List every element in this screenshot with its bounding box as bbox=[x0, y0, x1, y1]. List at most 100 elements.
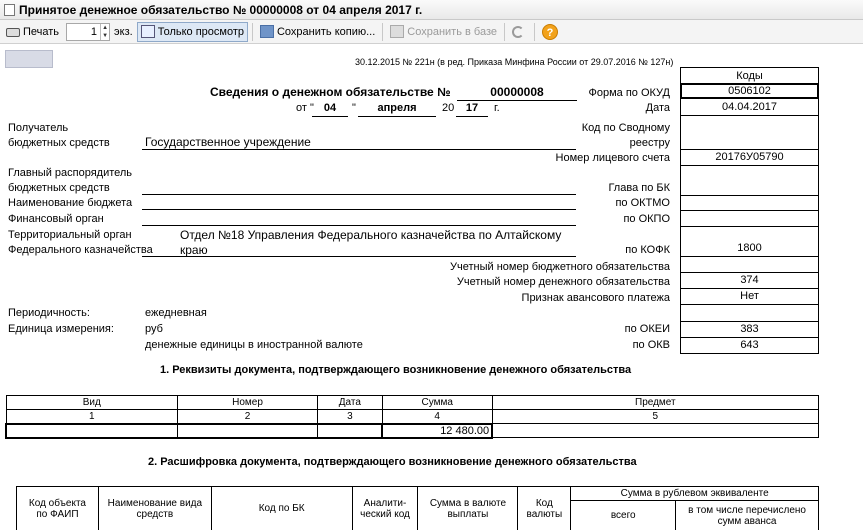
col-number: Номер bbox=[177, 395, 318, 410]
table-cell[interactable] bbox=[316, 422, 383, 439]
selection-marker bbox=[5, 50, 53, 68]
section2-title: 2. Расшифровка документа, подтверждающег… bbox=[148, 456, 637, 468]
col-number-cell: 5 bbox=[491, 409, 820, 424]
recipient-value: Государственное учреждение bbox=[145, 135, 311, 149]
col-faip-line1: Код объекта bbox=[28, 497, 86, 509]
okv-value: 643 bbox=[740, 339, 759, 351]
codes-divider bbox=[680, 256, 819, 257]
advance-flag-label: Признак авансового платежа bbox=[521, 292, 670, 304]
document-number: 00000008 bbox=[490, 85, 544, 99]
col-number-cell: 2 bbox=[177, 409, 318, 424]
col-analytic-code: Аналити- ческий код bbox=[351, 486, 419, 530]
year-prefix: 20 bbox=[442, 102, 455, 114]
col-funds-type-line1: Наименование вида bbox=[107, 497, 203, 509]
date-month: апреля bbox=[377, 102, 417, 114]
document-title: Сведения о денежном обязательстве № bbox=[210, 85, 451, 99]
col-analytic-line1: Аналити- bbox=[363, 497, 407, 509]
table-number-row: 1 2 3 4 5 bbox=[5, 409, 820, 424]
unit-label: Единица измерения: bbox=[8, 323, 114, 335]
col-funds-type-line2: средств bbox=[136, 508, 174, 520]
terr-organ-label-2: Федерального казначейства bbox=[8, 244, 153, 256]
kofk-value: 1800 bbox=[737, 242, 762, 254]
table-header-row: Вид Номер Дата Сумма Предмет bbox=[5, 395, 820, 410]
refresh-button[interactable] bbox=[509, 22, 530, 42]
col-number-cell: 4 bbox=[381, 409, 493, 424]
unit-value: руб bbox=[145, 323, 163, 335]
okud-value: 0506102 bbox=[728, 85, 771, 97]
number-underline bbox=[457, 100, 577, 101]
day-underline bbox=[312, 116, 348, 117]
main-manager-label-2: бюджетных средств bbox=[8, 182, 110, 194]
col-rub-group: Сумма в рублевом эквиваленте bbox=[570, 486, 819, 501]
view-only-toggle[interactable]: Только просмотр bbox=[136, 21, 248, 42]
col-faip: Код объекта по ФАИП bbox=[16, 486, 99, 530]
document-sheet[interactable]: 30.12.2015 № 221н (в ред. Приказа Минфин… bbox=[0, 45, 863, 530]
account-number-label: Номер лицевого счета bbox=[555, 152, 670, 164]
codes-divider bbox=[680, 337, 819, 338]
codes-divider bbox=[680, 226, 819, 227]
codes-divider bbox=[680, 149, 819, 150]
toolbar-separator bbox=[503, 22, 505, 41]
recipient-label-2: бюджетных средств bbox=[8, 137, 110, 149]
save-copy-label: Сохранить копию... bbox=[276, 25, 376, 38]
section1-title: 1. Реквизиты документа, подтверждающего … bbox=[160, 364, 632, 376]
codes-divider bbox=[680, 195, 819, 196]
main-manager-underline bbox=[142, 194, 576, 195]
col-date: Дата bbox=[316, 395, 383, 410]
save-db-icon bbox=[390, 25, 405, 38]
reestr-label-2: реестру bbox=[629, 137, 670, 149]
table-row: 12 480.00 bbox=[5, 422, 820, 439]
col-number-cell: 1 bbox=[5, 409, 179, 424]
codes-divider bbox=[680, 272, 819, 273]
codes-divider bbox=[680, 210, 819, 211]
toolbar: Печать 1 ▲ ▼ экз. Только просмотр Сохрани… bbox=[0, 20, 863, 44]
window-title: Принятое денежное обязательство № 000000… bbox=[19, 2, 423, 17]
recipient-underline bbox=[142, 149, 576, 150]
bk-head-label: Глава по БК bbox=[608, 182, 670, 194]
col-subject: Предмет bbox=[491, 395, 820, 410]
col-currency-code: Код валюты bbox=[517, 486, 572, 530]
refresh-icon bbox=[511, 25, 524, 38]
col-analytic-line2: ческий код bbox=[360, 508, 410, 520]
kofk-label: по КОФК bbox=[625, 244, 670, 256]
floppy-icon bbox=[259, 25, 274, 38]
codes-divider bbox=[680, 115, 819, 116]
spin-arrows-icon[interactable]: ▲ ▼ bbox=[100, 23, 109, 40]
help-icon: ? bbox=[541, 23, 558, 40]
date-day: 04 bbox=[323, 102, 337, 114]
table-header-row: Код объекта по ФАИП Наименование вида ср… bbox=[16, 486, 819, 530]
periodicity-label: Периодичность: bbox=[8, 307, 90, 319]
col-vid: Вид bbox=[5, 395, 179, 410]
table-cell[interactable] bbox=[177, 422, 318, 439]
year-underline bbox=[456, 116, 488, 117]
advance-flag-value: Нет bbox=[740, 290, 759, 302]
copies-unit: экз. bbox=[114, 25, 133, 38]
terr-organ-label-1: Территориальный орган bbox=[8, 229, 132, 241]
section2-table: Код объекта по ФАИП Наименование вида ср… bbox=[16, 486, 819, 530]
codes-header: Коды bbox=[736, 70, 763, 82]
save-db-button[interactable]: Сохранить в базе bbox=[387, 22, 500, 42]
document-icon bbox=[4, 3, 15, 16]
col-funds-type: Наименование вида средств bbox=[97, 486, 212, 530]
save-copy-button[interactable]: Сохранить копию... bbox=[257, 22, 378, 42]
toolbar-separator bbox=[382, 22, 384, 41]
table-cell[interactable] bbox=[491, 423, 820, 438]
save-db-label: Сохранить в базе bbox=[407, 25, 497, 38]
main-manager-label-1: Главный распорядитель bbox=[8, 167, 133, 179]
table-cell[interactable] bbox=[5, 422, 179, 439]
col-currency-sum-line2: выплаты bbox=[447, 508, 489, 520]
col-sum: Сумма bbox=[381, 395, 493, 410]
header-note: 30.12.2015 № 221н (в ред. Приказа Минфин… bbox=[355, 57, 674, 67]
view-only-label: Только просмотр bbox=[157, 25, 244, 38]
terr-organ-underline bbox=[142, 256, 576, 257]
help-button[interactable]: ? bbox=[539, 22, 564, 42]
oktmo-label: по ОКТМО bbox=[615, 197, 670, 209]
col-currency-code-line1: Код bbox=[535, 497, 553, 509]
print-button[interactable]: Печать bbox=[3, 22, 62, 42]
sum-cell[interactable]: 12 480.00 bbox=[381, 422, 494, 439]
month-underline bbox=[358, 116, 436, 117]
print-label: Печать bbox=[23, 25, 60, 38]
copies-stepper[interactable]: 1 ▲ ▼ bbox=[66, 22, 111, 41]
account-number-value: 20176У05790 bbox=[715, 151, 784, 163]
codes-divider bbox=[680, 304, 819, 305]
